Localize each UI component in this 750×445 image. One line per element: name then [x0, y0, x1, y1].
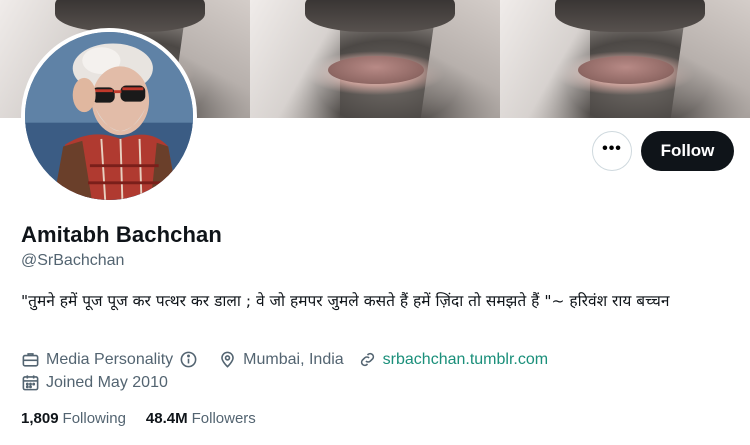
- info-icon[interactable]: [179, 350, 198, 369]
- more-dots-icon: •••: [602, 140, 622, 157]
- followers-count: 48.4M: [145, 410, 188, 427]
- follow-button[interactable]: Follow: [641, 131, 734, 171]
- banner-tile: [500, 0, 750, 118]
- joined-item: Joined May 2010: [21, 373, 168, 392]
- location-pin-icon: [221, 351, 235, 368]
- profile-handle: @SrBachchan: [21, 252, 125, 269]
- location-label: Mumbai, India: [243, 350, 344, 368]
- website-item[interactable]: srbachchan.tumblr.com: [358, 350, 548, 369]
- profile-stats: 1,809 Following 48.4M Followers: [21, 410, 276, 427]
- profile-meta-row: Media Personality Mumbai, India srbachch…: [21, 350, 562, 369]
- following-label: Following: [62, 410, 126, 427]
- category-label: Media Personality: [46, 350, 174, 368]
- following-stat[interactable]: 1,809 Following: [21, 410, 126, 427]
- more-options-button[interactable]: •••: [592, 131, 632, 171]
- followers-stat[interactable]: 48.4M Followers: [146, 410, 256, 427]
- calendar-icon: [22, 375, 39, 391]
- location-item: Mumbai, India: [218, 350, 344, 369]
- joined-label: Joined May 2010: [46, 373, 168, 391]
- profile-name: Amitabh Bachchan: [21, 222, 222, 247]
- banner-tile: [250, 0, 500, 118]
- followers-label: Followers: [191, 410, 256, 427]
- website-link[interactable]: srbachchan.tumblr.com: [383, 351, 548, 369]
- avatar[interactable]: [21, 28, 197, 204]
- link-icon: [360, 352, 374, 367]
- avatar-portrait: [25, 32, 193, 200]
- profile-bio: "तुमने हमें पूज पूज कर पत्थर कर डाला ; व…: [21, 292, 670, 310]
- category-item: Media Personality: [21, 350, 204, 369]
- profile-meta-row-joined: Joined May 2010: [21, 373, 182, 392]
- following-count: 1,809: [21, 410, 59, 427]
- briefcase-icon: [22, 353, 39, 367]
